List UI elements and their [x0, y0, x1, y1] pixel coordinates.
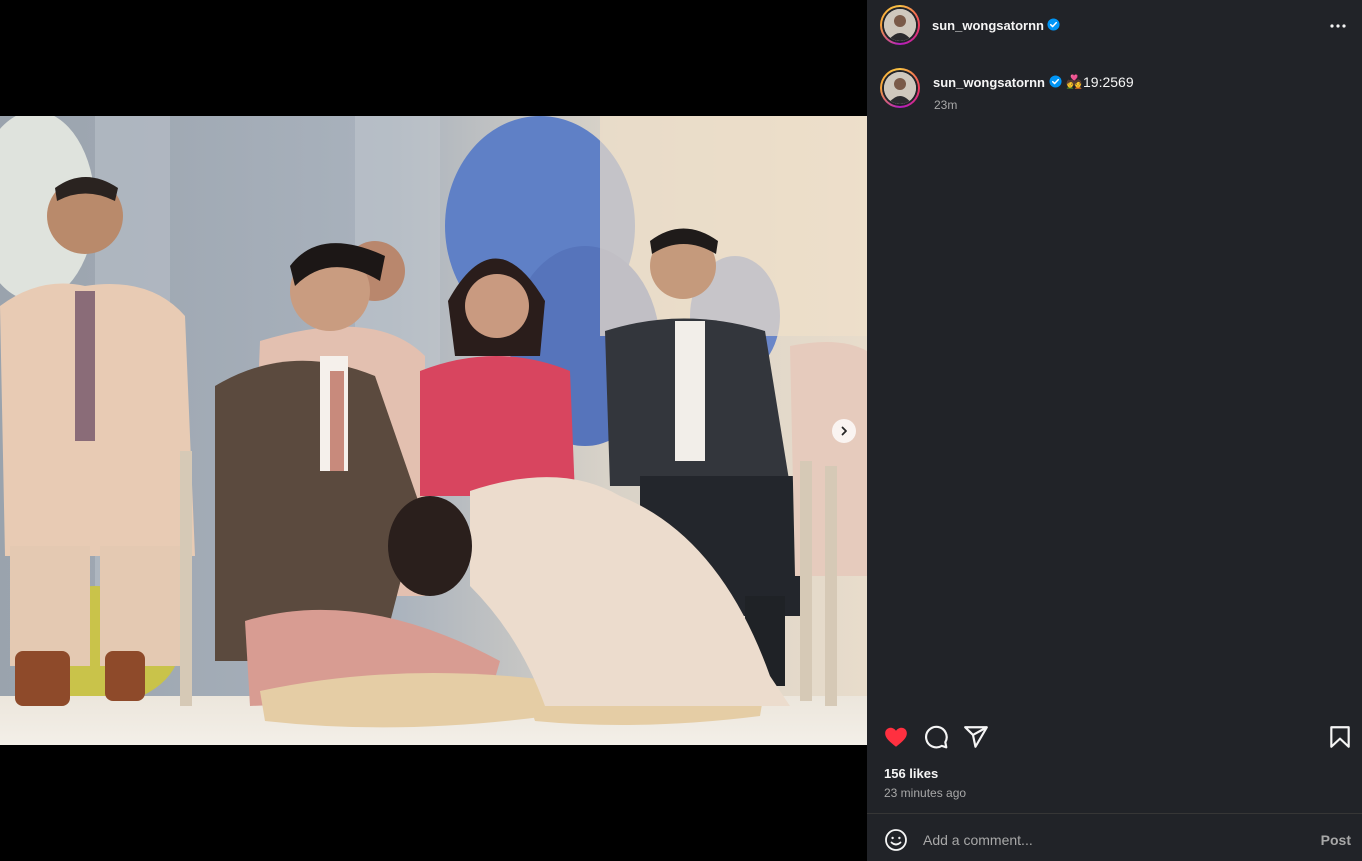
comment-bar: Post	[867, 813, 1362, 861]
wedding-ceremony-photo	[0, 116, 867, 745]
post-comment-button[interactable]: Post	[1321, 832, 1351, 848]
verified-badge-icon	[1047, 18, 1060, 31]
media-viewer	[0, 0, 867, 861]
profile-picture	[884, 72, 916, 104]
post-photo[interactable]	[0, 116, 867, 745]
caption-username[interactable]: sun_wongsatornn	[933, 75, 1045, 90]
heart-filled-icon[interactable]	[883, 724, 909, 750]
next-photo-button[interactable]	[832, 419, 856, 443]
bookmark-icon[interactable]	[1327, 724, 1353, 750]
post-header: sun_wongsatornn	[867, 0, 1362, 52]
comment-icon[interactable]	[923, 724, 949, 750]
caption-avatar[interactable]	[880, 68, 920, 108]
avatar[interactable]	[880, 5, 920, 45]
emoji-icon[interactable]	[884, 828, 908, 852]
caption-timestamp[interactable]: 23m	[934, 98, 957, 112]
like-count[interactable]: 156 likes	[884, 766, 938, 781]
caption-text: 19:2569	[1083, 74, 1134, 90]
post-details-panel: sun_wongsatornn sun_wongsatornn 💑 19:256…	[867, 0, 1362, 861]
more-options-icon[interactable]	[1328, 16, 1348, 36]
action-bar	[867, 720, 1362, 754]
chevron-right-icon	[841, 426, 847, 436]
profile-picture	[884, 9, 916, 41]
share-icon[interactable]	[963, 724, 989, 750]
verified-badge-icon	[1049, 75, 1062, 88]
post-author-username[interactable]: sun_wongsatornn	[932, 18, 1044, 33]
caption-emoji: 💑	[1066, 74, 1083, 89]
comment-input[interactable]	[923, 827, 1293, 853]
post-timestamp[interactable]: 23 minutes ago	[884, 786, 966, 800]
